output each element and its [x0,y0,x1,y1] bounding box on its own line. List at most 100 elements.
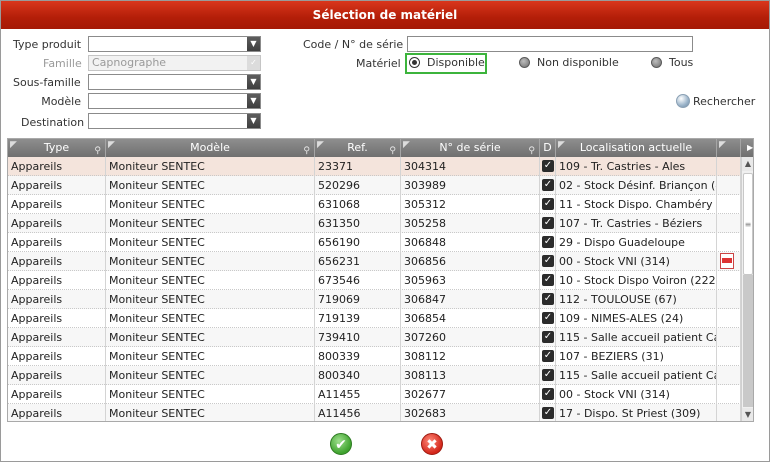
table-cell: Moniteur SENTEC [106,366,315,385]
table-cell-check: ✓ [540,271,556,290]
table-cell-check: ✓ [540,214,556,233]
scrollbar-thumb[interactable]: ≡ [743,173,753,275]
table-cell: Moniteur SENTEC [106,347,315,366]
table-row[interactable]: Appareils Moniteur SENTEC 656190 306848 29 -… [8,233,741,252]
table-cell: Appareils [8,233,106,252]
checkbox-checked-icon[interactable]: ✓ [542,369,554,381]
pdf-icon[interactable] [720,253,734,269]
table-row[interactable]: Appareils Moniteur SENTEC 520296 303989 02 -… [8,176,741,195]
table-cell: 10 - Stock Dispo Voiron (222) [556,271,717,290]
column-header-d[interactable]: D [540,139,556,157]
checkbox-checked-icon[interactable]: ✓ [542,312,554,324]
search-button[interactable]: Rechercher [676,94,755,108]
table-row[interactable]: Appareils Moniteur SENTEC 719069 306847 112 … [8,290,741,309]
radio-non-disponible-label: Non disponible [537,56,619,69]
modele-label: Modèle [41,95,81,108]
chevron-down-icon[interactable]: ▼ [742,408,753,421]
table-row[interactable]: Appareils Moniteur SENTEC 23371 304314 109 -… [8,157,741,176]
type-produit-select[interactable]: ▼ [88,36,261,52]
checkbox-checked-icon[interactable]: ✓ [542,331,554,343]
table-cell: Appareils [8,271,106,290]
table-cell: 800339 [315,347,401,366]
checkbox-checked-icon[interactable]: ✓ [542,179,554,191]
chevron-up-icon[interactable]: ▲ [742,157,753,171]
table-cell-check: ✓ [540,233,556,252]
table-cell-extra [717,290,741,309]
checkbox-checked-icon[interactable]: ✓ [542,293,554,305]
checkbox-checked-icon[interactable]: ✓ [542,198,554,210]
chevron-right-icon[interactable]: ▶ [747,139,753,157]
table-cell: 115 - Salle accueil patient Cas [556,328,717,347]
column-header-serie[interactable]: ◤ N° de série ⚲ [401,139,540,157]
destination-select[interactable]: ▼ [88,113,261,129]
checkbox-checked-icon[interactable]: ✓ [542,217,554,229]
radio-unchecked-icon[interactable] [651,57,662,68]
table-cell: Appareils [8,347,106,366]
table-cell: 107 - BEZIERS (31) [556,347,717,366]
famille-value: Capnographe [92,56,167,69]
code-serie-input[interactable] [407,36,693,52]
materiel-label: Matériel [356,57,401,70]
table-row[interactable]: Appareils Moniteur SENTEC 673546 305963 10 -… [8,271,741,290]
column-header-ref[interactable]: ◤ Ref. ⚲ [315,139,401,157]
column-header-modele[interactable]: ◤ Modèle ⚲ [106,139,315,157]
type-produit-label: Type produit [13,38,82,51]
table-cell-check: ✓ [540,309,556,328]
table-cell: 631068 [315,195,401,214]
radio-disponible[interactable]: Disponible [409,56,485,69]
sous-famille-select[interactable]: ▼ [88,74,261,90]
chevron-down-icon[interactable]: ▼ [247,114,260,128]
table-row[interactable]: Appareils Moniteur SENTEC A11456 302683 17 -… [8,404,741,421]
radio-tous[interactable]: Tous [651,56,693,69]
table-cell: Appareils [8,252,106,271]
chevron-down-icon[interactable]: ▼ [247,37,260,51]
famille-select[interactable]: Capnographe ✓ [88,55,261,71]
checkbox-checked-icon[interactable]: ✓ [542,274,554,286]
chevron-down-icon[interactable]: ▼ [247,94,260,108]
sort-marker-icon: ◤ [403,140,410,150]
column-header-type[interactable]: ◤ Type ⚲ [8,139,106,157]
table-cell-check: ✓ [540,328,556,347]
radio-unchecked-icon[interactable] [519,57,530,68]
table-cell: Appareils [8,385,106,404]
table-cell: 00 - Stock VNI (314) [556,252,717,271]
table-row[interactable]: Appareils Moniteur SENTEC 800340 308113 115 … [8,366,741,385]
checkbox-checked-icon[interactable]: ✓ [542,350,554,362]
chevron-down-icon[interactable]: ▼ [247,75,260,89]
table-row[interactable]: Appareils Moniteur SENTEC 719139 306854 109 … [8,309,741,328]
checkbox-checked-icon[interactable]: ✓ [542,236,554,248]
column-header-localisation[interactable]: ◤ Localisation actuelle [556,139,717,157]
table-cell: 739410 [315,328,401,347]
table-row[interactable]: Appareils Moniteur SENTEC 656231 306856 00 -… [8,252,741,271]
radio-non-disponible[interactable]: Non disponible [519,56,619,69]
table-cell: 308112 [401,347,540,366]
ok-button[interactable]: ✔ [330,433,352,455]
vertical-scrollbar[interactable]: ▲ ≡ ▼ [741,157,753,421]
column-header-label: N° de série [439,141,501,154]
checkbox-checked-icon[interactable]: ✓ [542,388,554,400]
checkbox-checked-icon[interactable]: ✓ [542,255,554,267]
table-cell: 308113 [401,366,540,385]
table-cell: Moniteur SENTEC [106,271,315,290]
table-cell-extra [717,233,741,252]
table-cell: 302677 [401,385,540,404]
table-cell: 307260 [401,328,540,347]
table-cell: 305963 [401,271,540,290]
table-row[interactable]: Appareils Moniteur SENTEC 631068 305312 11 -… [8,195,741,214]
table-cell: 520296 [315,176,401,195]
checkbox-checked-icon[interactable]: ✓ [542,407,554,419]
table-cell-extra [717,309,741,328]
checkbox-checked-icon[interactable]: ✓ [542,160,554,172]
cross-icon: ✖ [426,437,438,453]
modele-select[interactable]: ▼ [88,93,261,109]
table-cell: Moniteur SENTEC [106,290,315,309]
table-row[interactable]: Appareils Moniteur SENTEC 800339 308112 107 … [8,347,741,366]
column-header-extra[interactable]: ◤ [717,139,741,157]
radio-checked-icon[interactable] [409,57,420,68]
table-row[interactable]: Appareils Moniteur SENTEC 631350 305258 107 … [8,214,741,233]
table-row[interactable]: Appareils Moniteur SENTEC A11455 302677 00 -… [8,385,741,404]
table-row[interactable]: Appareils Moniteur SENTEC 739410 307260 115 … [8,328,741,347]
cancel-button[interactable]: ✖ [421,433,443,455]
scrollbar-track[interactable] [743,275,753,407]
table-cell: Moniteur SENTEC [106,195,315,214]
